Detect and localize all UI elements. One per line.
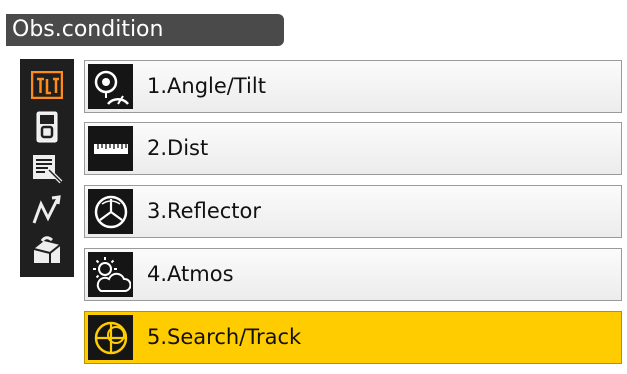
menu-item-atmos[interactable]: 4.Atmos <box>84 248 622 301</box>
obs-condition-screen: Obs.condition 1.Angle/Tilt 2.Dist 3.Refl… <box>0 0 627 374</box>
distance-ruler-icon <box>88 126 133 171</box>
angle-tilt-icon <box>88 64 133 109</box>
menu-item-label: 3.Reflector <box>147 199 262 223</box>
menu-item-label: 4.Atmos <box>147 262 234 286</box>
toolbox-icon[interactable] <box>24 231 70 271</box>
menu-item-search-track[interactable]: 5.Search/Track <box>84 311 622 364</box>
instrument-icon[interactable] <box>24 107 70 147</box>
menu-item-dist[interactable]: 2.Dist <box>84 122 622 175</box>
search-track-icon <box>88 315 133 360</box>
menu-item-label: 2.Dist <box>147 136 209 160</box>
obs-condition-icon[interactable] <box>24 65 70 105</box>
menu-item-reflector[interactable]: 3.Reflector <box>84 185 622 238</box>
menu-item-label: 5.Search/Track <box>147 325 302 349</box>
atmos-weather-icon <box>88 252 133 297</box>
page-title: Obs.condition <box>6 14 284 46</box>
menu-item-label: 1.Angle/Tilt <box>147 74 266 98</box>
reflector-icon <box>88 189 133 234</box>
graph-icon[interactable] <box>24 190 70 230</box>
sidebar <box>20 59 74 277</box>
notes-icon[interactable] <box>24 148 70 188</box>
menu-item-angle-tilt[interactable]: 1.Angle/Tilt <box>84 60 622 113</box>
